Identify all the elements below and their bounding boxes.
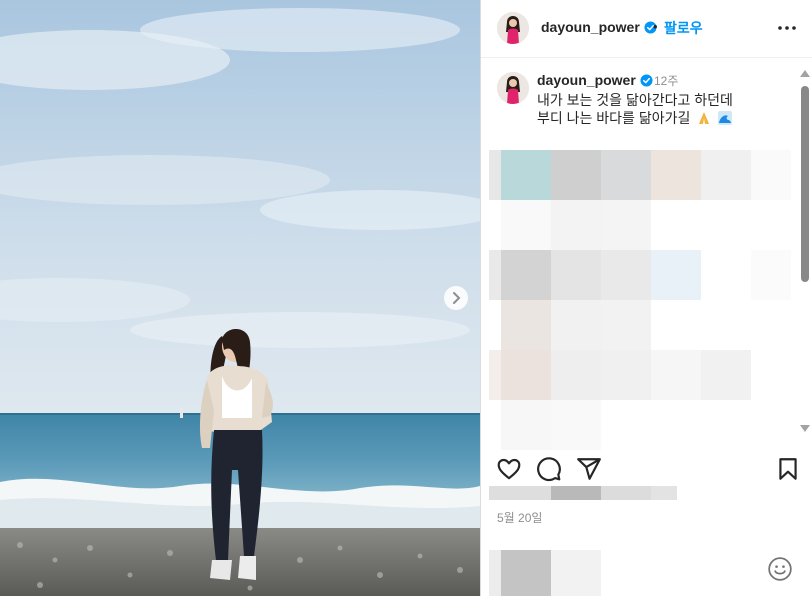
separator-dot: • — [653, 19, 658, 34]
praying-hands-emoji-icon — [699, 112, 710, 124]
bookmark-icon[interactable] — [775, 456, 801, 482]
heart-icon[interactable] — [496, 456, 522, 482]
caption-username[interactable]: dayoun_power — [537, 72, 653, 88]
share-icon[interactable] — [576, 456, 602, 482]
post-actions — [481, 450, 812, 490]
caption-timestamp[interactable]: 12주 — [654, 72, 678, 89]
scrollbar-thumb[interactable] — [801, 86, 809, 282]
chevron-right-icon — [453, 292, 461, 304]
caption-text-line: 내가 보는 것을 닮아간다고 하던데 — [537, 92, 733, 108]
avatar[interactable] — [497, 72, 529, 104]
more-options-button[interactable] — [777, 18, 797, 38]
post-date[interactable]: 5월 20일 — [497, 509, 542, 526]
wave-emoji-icon — [718, 111, 733, 125]
post-side-panel: dayoun_power • 팔로우 dayoun_power 12주 내가 보… — [480, 0, 812, 596]
follow-button[interactable]: 팔로우 — [664, 18, 703, 38]
scroll-up-arrow-icon[interactable] — [799, 68, 811, 78]
comment-icon[interactable] — [536, 456, 562, 482]
comments-scrollbar[interactable] — [799, 68, 811, 436]
post-modal: dayoun_power • 팔로우 dayoun_power 12주 내가 보… — [0, 0, 812, 596]
post-photo — [0, 0, 480, 596]
username[interactable]: dayoun_power — [541, 19, 657, 35]
smile-icon[interactable] — [767, 556, 793, 582]
avatar[interactable] — [497, 12, 529, 44]
comments-area: dayoun_power 12주 내가 보는 것을 닮아간다고 하던데 부디 나… — [481, 58, 812, 450]
scroll-down-arrow-icon[interactable] — [799, 424, 811, 434]
next-photo-button[interactable] — [444, 286, 468, 310]
post-header: dayoun_power • 팔로우 — [481, 0, 812, 58]
more-horizontal-icon — [778, 26, 796, 30]
caption-text-line: 부디 나는 바다를 닮아가길 — [537, 108, 733, 128]
verified-badge-icon — [640, 74, 653, 87]
